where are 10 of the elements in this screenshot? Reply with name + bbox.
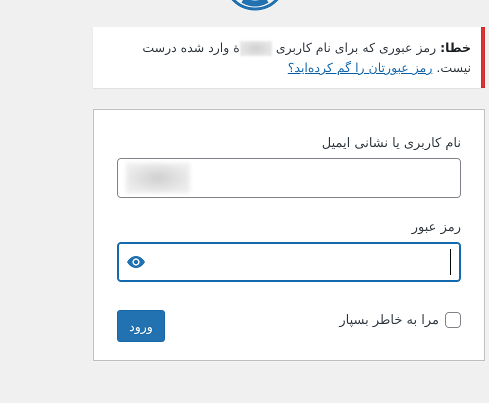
error-message: خطا: رمز عبوری که برای نام کاربری ة وارد شده درست نیست. رمز عبورتان را گم کرده‌اید؟ [141,39,471,77]
login-button[interactable]: ورود [117,310,165,342]
password-field[interactable] [117,242,461,282]
username-field[interactable] [117,158,461,198]
checkbox-label: مرا به خاطر بسپار [339,312,439,328]
lost-password-link[interactable]: رمز عبورتان را گم کرده‌اید؟ [288,60,432,75]
eye-icon[interactable] [127,256,145,268]
field-label: نام کاربری یا نشانی ایمیل [322,136,461,151]
field-label: رمز عبور [412,220,461,235]
remember-checkbox[interactable] [445,312,461,328]
